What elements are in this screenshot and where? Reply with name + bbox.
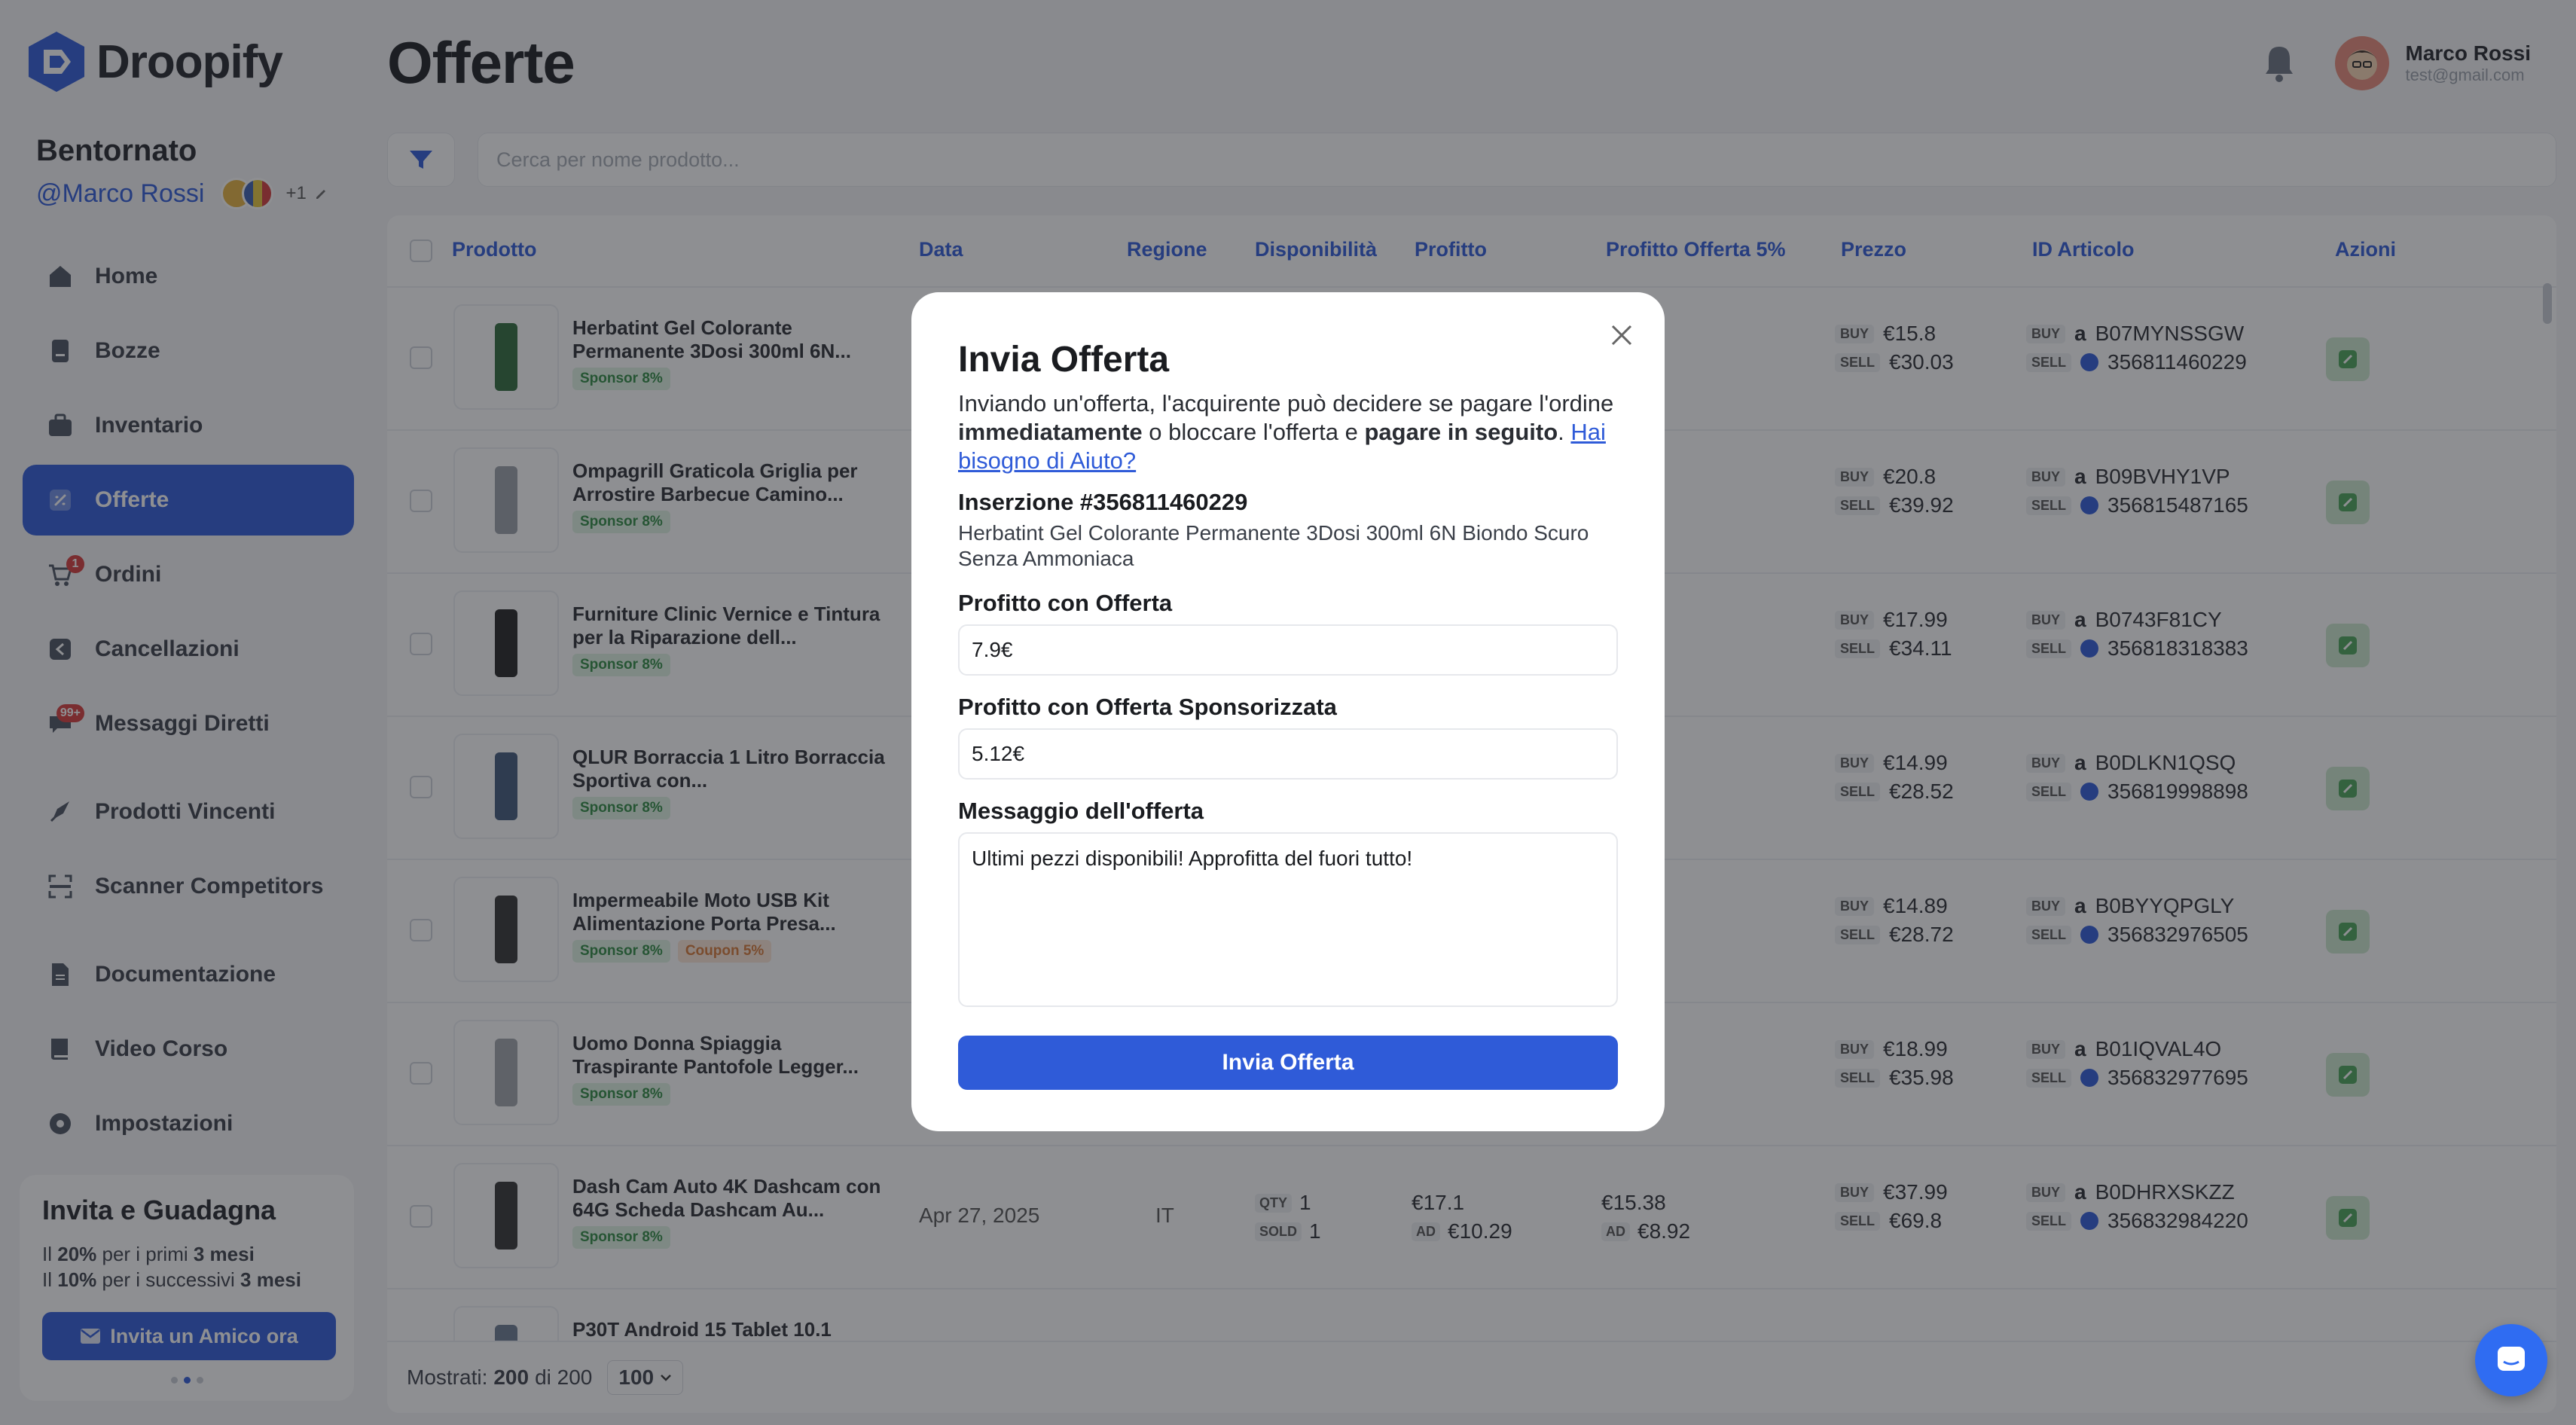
listing-id: Inserzione #356811460229 bbox=[958, 489, 1248, 515]
message-textarea[interactable]: Ultimi pezzi disponibili! Approfitta del… bbox=[958, 832, 1618, 1007]
modal-intro: Inviando un'offerta, l'acquirente può de… bbox=[958, 390, 1614, 474]
send-offer-modal: Invia Offerta Inviando un'offerta, l'acq… bbox=[911, 292, 1665, 1131]
chat-support-button[interactable] bbox=[2475, 1324, 2547, 1396]
modal-title: Invia Offerta bbox=[958, 340, 1170, 380]
sponsored-profit-field[interactable]: 5.12€ bbox=[958, 728, 1618, 780]
product-title: Herbatint Gel Colorante Permanente 3Dosi… bbox=[958, 521, 1589, 570]
sponsored-profit-label: Profitto con Offerta Sponsorizzata bbox=[958, 694, 1337, 720]
close-icon bbox=[1611, 325, 1632, 346]
profit-label: Profitto con Offerta bbox=[958, 590, 1173, 616]
profit-field[interactable]: 7.9€ bbox=[958, 624, 1618, 676]
chat-icon bbox=[2498, 1347, 2525, 1371]
message-label: Messaggio dell'offerta bbox=[958, 798, 1204, 824]
close-button[interactable] bbox=[1604, 318, 1639, 352]
send-offer-button[interactable]: Invia Offerta bbox=[958, 1036, 1618, 1090]
